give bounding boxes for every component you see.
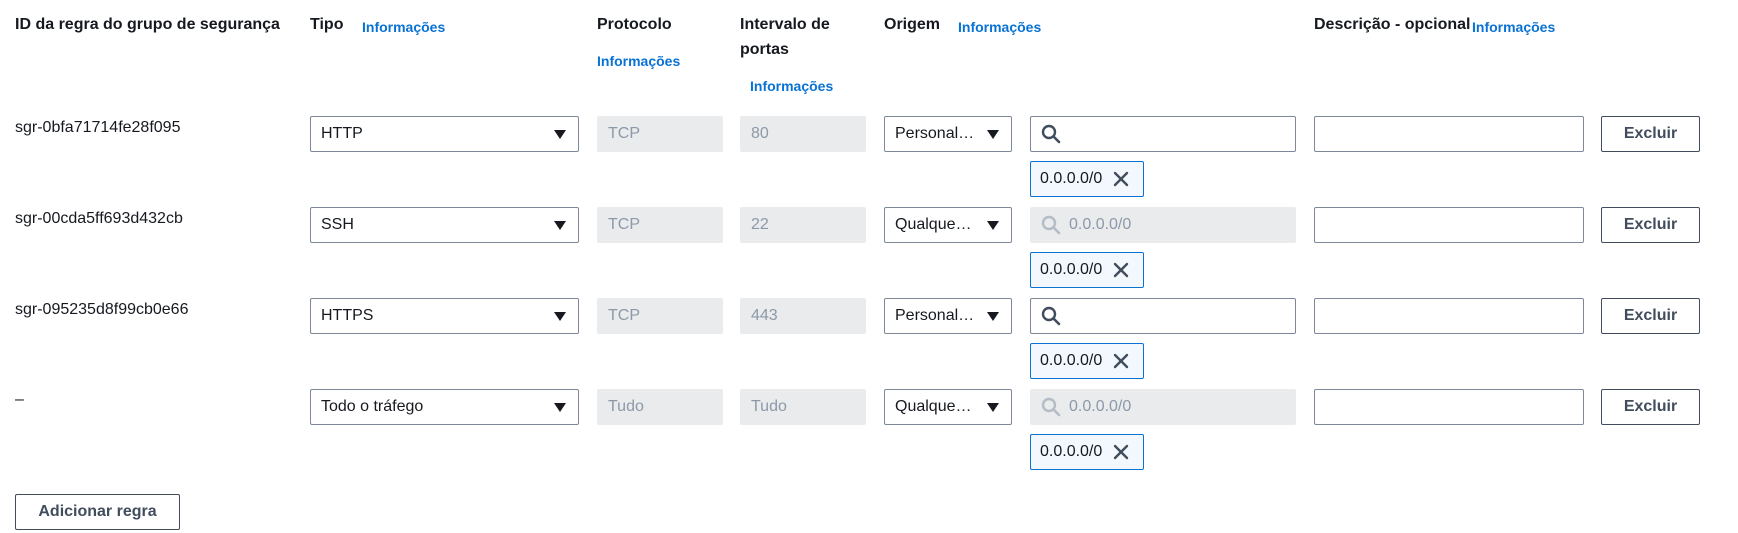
caret-down-icon xyxy=(554,220,566,230)
protocol-field: Tudo xyxy=(597,389,723,425)
type-select-value: HTTPS xyxy=(321,307,374,324)
rule-id: sgr-0bfa71714fe28f095 xyxy=(15,119,181,136)
header-description: Descrição - opcional xyxy=(1314,16,1471,33)
type-select[interactable]: Todo o tráfego xyxy=(310,389,579,425)
source-search-input: 0.0.0.0/0 xyxy=(1030,207,1296,243)
close-icon[interactable] xyxy=(1112,443,1130,461)
caret-down-icon xyxy=(987,311,999,321)
protocol-info-link[interactable]: Informações xyxy=(597,53,680,69)
protocol-field: TCP xyxy=(597,298,723,334)
protocol-field: TCP xyxy=(597,207,723,243)
source-type-select[interactable]: Personal… xyxy=(884,116,1012,152)
rule-id: – xyxy=(15,391,24,408)
header-source: Origem xyxy=(884,16,941,33)
port-range-field: 22 xyxy=(740,207,866,243)
caret-down-icon xyxy=(554,129,566,139)
description-input[interactable] xyxy=(1314,389,1584,425)
type-select-value: HTTP xyxy=(321,125,363,142)
close-icon[interactable] xyxy=(1112,261,1130,279)
search-icon xyxy=(1041,215,1061,235)
caret-down-icon xyxy=(987,220,999,230)
source-search-input: 0.0.0.0/0 xyxy=(1030,389,1296,425)
search-icon xyxy=(1041,306,1061,326)
delete-button[interactable]: Excluir xyxy=(1601,298,1700,334)
source-type-select[interactable]: Personal… xyxy=(884,298,1012,334)
source-token: 0.0.0.0/0 xyxy=(1030,161,1144,197)
source-type-value: Qualque… xyxy=(895,216,972,233)
caret-down-icon xyxy=(987,402,999,412)
search-icon xyxy=(1041,124,1061,144)
caret-down-icon xyxy=(987,129,999,139)
header-type: Tipo xyxy=(310,16,344,33)
source-type-value: Qualque… xyxy=(895,398,972,415)
source-info-link[interactable]: Informações xyxy=(958,19,1041,35)
source-token: 0.0.0.0/0 xyxy=(1030,252,1144,288)
header-rule-id: ID da regra do grupo de segurança xyxy=(15,16,280,33)
source-type-value: Personal… xyxy=(895,125,975,142)
source-token-label: 0.0.0.0/0 xyxy=(1040,261,1103,278)
rule-id: sgr-095235d8f99cb0e66 xyxy=(15,301,189,318)
source-search-input[interactable] xyxy=(1030,298,1296,334)
close-icon[interactable] xyxy=(1112,352,1130,370)
close-icon[interactable] xyxy=(1112,170,1130,188)
source-search-input[interactable] xyxy=(1030,116,1296,152)
search-icon xyxy=(1041,397,1061,417)
source-token-label: 0.0.0.0/0 xyxy=(1040,170,1103,187)
type-select[interactable]: HTTPS xyxy=(310,298,579,334)
caret-down-icon xyxy=(554,402,566,412)
port-range-field: Tudo xyxy=(740,389,866,425)
description-input[interactable] xyxy=(1314,116,1584,152)
header-protocol: Protocolo xyxy=(597,16,672,33)
description-input[interactable] xyxy=(1314,298,1584,334)
rule-id: sgr-00cda5ff693d432cb xyxy=(15,210,183,227)
description-input[interactable] xyxy=(1314,207,1584,243)
header-port-range-line1: Intervalo de xyxy=(740,16,830,33)
source-search-placeholder: 0.0.0.0/0 xyxy=(1069,398,1132,415)
source-token: 0.0.0.0/0 xyxy=(1030,343,1144,379)
port-range-info-link[interactable]: Informações xyxy=(750,78,833,94)
type-select-value: SSH xyxy=(321,216,354,233)
source-type-select[interactable]: Qualque… xyxy=(884,207,1012,243)
delete-button[interactable]: Excluir xyxy=(1601,116,1700,152)
type-select[interactable]: SSH xyxy=(310,207,579,243)
source-token: 0.0.0.0/0 xyxy=(1030,434,1144,470)
port-range-field: 443 xyxy=(740,298,866,334)
type-info-link[interactable]: Informações xyxy=(362,19,445,35)
protocol-field: TCP xyxy=(597,116,723,152)
add-rule-button[interactable]: Adicionar regra xyxy=(15,494,180,530)
source-search-placeholder: 0.0.0.0/0 xyxy=(1069,216,1132,233)
caret-down-icon xyxy=(554,311,566,321)
delete-button[interactable]: Excluir xyxy=(1601,389,1700,425)
source-token-label: 0.0.0.0/0 xyxy=(1040,443,1103,460)
delete-button[interactable]: Excluir xyxy=(1601,207,1700,243)
type-select[interactable]: HTTP xyxy=(310,116,579,152)
type-select-value: Todo o tráfego xyxy=(321,398,424,415)
port-range-field: 80 xyxy=(740,116,866,152)
source-type-select[interactable]: Qualque… xyxy=(884,389,1012,425)
source-token-label: 0.0.0.0/0 xyxy=(1040,352,1103,369)
source-type-value: Personal… xyxy=(895,307,975,324)
header-port-range-line2: portas xyxy=(740,41,789,58)
description-info-link[interactable]: Informações xyxy=(1472,19,1555,35)
